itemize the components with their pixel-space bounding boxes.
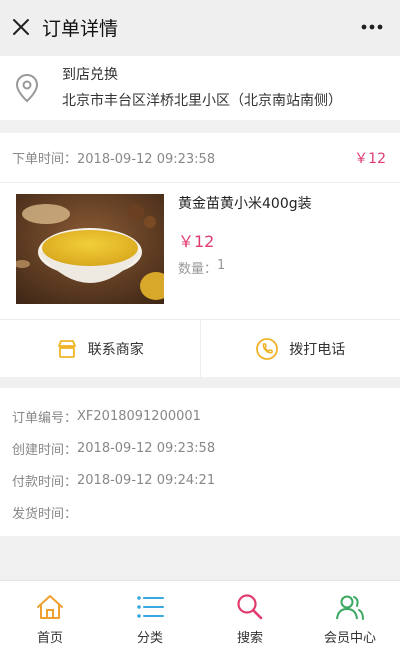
tab-category[interactable]: 分类 (100, 581, 200, 652)
order-time-value: 2018-09-12 09:23:58 (77, 152, 216, 167)
close-icon (13, 19, 29, 35)
order-total: ￥12 (354, 150, 386, 167)
order-card: 下单时间：2018-09-12 09:23:58 ￥12 黄金苗黄小米400g装… (0, 133, 400, 377)
tab-member-center-label: 会员中心 (323, 631, 376, 646)
delivery-mode: 到店兑换 (62, 67, 118, 83)
contact-merchant-button[interactable]: 联系商家 (0, 320, 200, 377)
detail-label: 付款时间： (12, 474, 78, 490)
detail-row: 发货时间： (12, 496, 388, 528)
product-name[interactable]: 黄金苗黄小米400g装 (178, 193, 312, 213)
order-detail-page: 订单详情 到店兑换 北京市丰台区洋桥北里小区（北京南站南侧） 下单时间：2018… (0, 0, 400, 652)
detail-row: 订单编号： XF2018091200001 (12, 400, 388, 432)
tab-search-label: 搜索 (236, 631, 263, 646)
detail-label: 发货时间： (12, 506, 78, 522)
search-icon (237, 594, 263, 620)
order-time-label: 下单时间： (12, 152, 78, 167)
order-time: 下单时间：2018-09-12 09:23:58 (12, 148, 215, 167)
product-quantity: 数量： 1 (178, 258, 225, 277)
detail-row: 付款时间： 2018-09-12 09:24:21 (12, 464, 388, 496)
order-summary-row: 下单时间：2018-09-12 09:23:58 ￥12 (0, 133, 400, 183)
detail-value: 2018-09-12 09:24:21 (77, 472, 216, 488)
bottom-tab-bar: 首页 分类 搜索 会员中心 (0, 580, 400, 652)
header-bar: 订单详情 (0, 0, 400, 54)
quantity-value: 1 (217, 258, 226, 273)
product-item[interactable]: 黄金苗黄小米400g装 ￥12 数量： 1 (0, 183, 400, 319)
phone-icon (255, 337, 279, 361)
pickup-address: 到店兑换 北京市丰台区洋桥北里小区（北京南站南侧） (0, 56, 400, 120)
detail-row: 创建时间： 2018-09-12 09:23:58 (12, 432, 388, 464)
more-options-button[interactable] (358, 14, 386, 40)
shop-icon (56, 338, 78, 360)
detail-value: 2018-09-12 09:23:58 (77, 440, 216, 456)
tab-member-center[interactable]: 会员中心 (300, 581, 400, 652)
contact-merchant-label: 联系商家 (87, 341, 144, 358)
more-icon (361, 24, 383, 30)
tab-search[interactable]: 搜索 (200, 581, 300, 652)
page-title: 订单详情 (42, 17, 119, 40)
call-phone-button[interactable]: 拨打电话 (199, 320, 400, 377)
list-icon (137, 596, 164, 618)
quantity-label: 数量： (178, 262, 218, 277)
product-image[interactable] (16, 194, 164, 304)
merchant-actions: 联系商家 拨打电话 (0, 319, 400, 377)
call-phone-label: 拨打电话 (289, 341, 346, 358)
tab-category-label: 分类 (136, 631, 163, 646)
tab-home[interactable]: 首页 (0, 581, 100, 652)
product-price: ￥12 (178, 232, 215, 251)
detail-label: 订单编号： (12, 410, 78, 426)
close-button[interactable] (4, 0, 38, 54)
order-details: 订单编号： XF2018091200001 创建时间： 2018-09-12 0… (0, 388, 400, 536)
home-icon (37, 595, 63, 619)
user-icon (336, 595, 364, 620)
tab-home-label: 首页 (36, 631, 63, 646)
address-text: 北京市丰台区洋桥北里小区（北京南站南侧） (62, 93, 342, 109)
detail-label: 创建时间： (12, 442, 78, 458)
location-pin-icon (12, 73, 42, 103)
detail-value: XF2018091200001 (77, 408, 201, 424)
